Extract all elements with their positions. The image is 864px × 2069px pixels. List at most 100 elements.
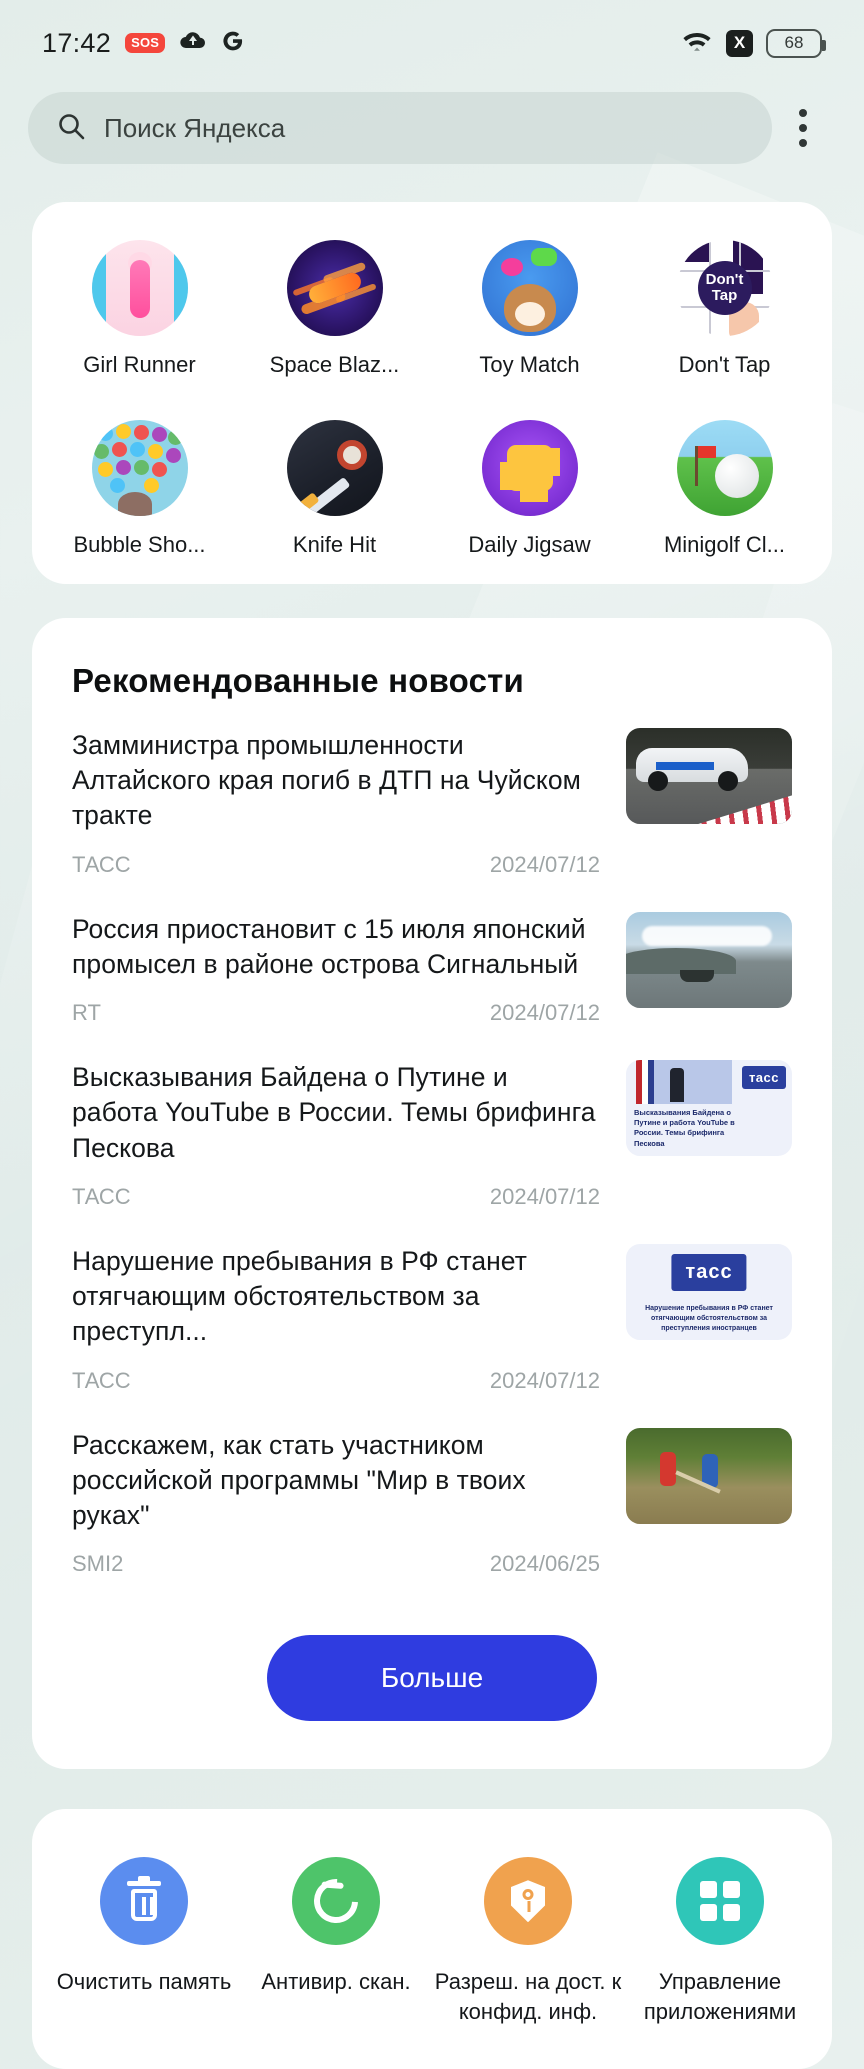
news-thumbnail <box>626 728 792 824</box>
space-blaze-icon <box>286 240 383 336</box>
bubble-shooter-icon <box>91 420 188 516</box>
news-list-item[interactable]: Нарушение пребывания в РФ станет отягчаю… <box>32 1243 832 1394</box>
news-meta: SMI2 2024/06/25 <box>72 1551 600 1577</box>
battery-indicator: 68 <box>766 28 826 58</box>
news-source: ТАСС <box>72 1183 131 1209</box>
thumbnail-caption: Высказывания Байдена о Путине и работа Y… <box>634 1108 735 1148</box>
game-tile-knife-hit[interactable]: Knife Hit <box>237 420 432 558</box>
news-thumbnail <box>626 911 792 1008</box>
google-icon <box>221 29 245 58</box>
news-headline: Россия приостановит с 15 июля японский п… <box>72 913 586 979</box>
tools-grid: Очистить память Антивир. скан. Разреш. н… <box>48 1857 816 2026</box>
news-text: Замминистра промышленности Алтайского кр… <box>72 728 600 878</box>
tool-label: Антивир. скан. <box>261 1969 411 1995</box>
news-thumbnail <box>626 1427 792 1524</box>
tool-app-management[interactable]: Управление приложениями <box>624 1857 816 2026</box>
news-source: ТАСС <box>72 1367 131 1393</box>
shield-key-icon <box>484 1857 572 1946</box>
tool-clear-memory[interactable]: Очистить память <box>48 1857 240 2026</box>
more-button-wrap: Больше <box>32 1611 832 1769</box>
news-date: 2024/07/12 <box>489 1367 600 1393</box>
daily-jigsaw-icon <box>481 420 578 516</box>
news-meta: RT 2024/07/12 <box>72 1000 600 1026</box>
news-date: 2024/06/25 <box>489 1551 600 1577</box>
news-list-item[interactable]: Россия приостановит с 15 июля японский п… <box>32 911 832 1026</box>
search-input[interactable]: Поиск Яндекса <box>28 92 772 164</box>
news-source: SMI2 <box>72 1551 124 1577</box>
tass-logo: тасс <box>671 1253 747 1291</box>
game-tile-girl-runner[interactable]: Girl Runner <box>42 240 237 378</box>
news-text: Расскажем, как стать участником российск… <box>72 1428 600 1578</box>
battery-level: 68 <box>784 33 804 52</box>
search-icon <box>56 111 86 146</box>
news-list-item[interactable]: Замминистра промышленности Алтайского кр… <box>32 728 832 878</box>
game-label: Knife Hit <box>292 532 377 557</box>
game-tile-minigolf-club[interactable]: Minigolf Cl... <box>627 420 822 558</box>
game-label: Toy Match <box>479 352 580 377</box>
status-time: 17:42 <box>42 27 112 58</box>
news-date: 2024/07/12 <box>489 851 600 877</box>
news-headline: Нарушение пребывания в РФ станет отягчаю… <box>72 1245 527 1347</box>
news-card: Рекомендованные новости Замминистра пром… <box>32 618 832 1770</box>
trash-icon <box>100 1857 188 1946</box>
app-grid-icon <box>676 1857 764 1946</box>
news-meta: ТАСС 2024/07/12 <box>72 1184 600 1210</box>
tools-card: Очистить память Антивир. скан. Разреш. н… <box>32 1809 832 2069</box>
news-thumbnail: тасс Нарушение пребывания в РФ станет от… <box>626 1243 792 1340</box>
game-tile-space-blaze[interactable]: Space Blaz... <box>237 240 432 378</box>
news-headline: Расскажем, как стать участником российск… <box>72 1429 526 1531</box>
dont-tap-badge-line1: Don't <box>705 271 744 289</box>
game-label: Bubble Sho... <box>73 532 206 557</box>
news-source: RT <box>72 1000 101 1026</box>
news-section-title: Рекомендованные новости <box>72 662 524 699</box>
game-label: Daily Jigsaw <box>468 532 591 557</box>
more-button[interactable]: Больше <box>267 1635 597 1722</box>
game-label: Don't Tap <box>678 352 771 377</box>
news-text: Высказывания Байдена о Путине и работа Y… <box>72 1060 600 1210</box>
games-grid-row-2: Bubble Sho... Knife Hit Daily Jigsaw Min… <box>42 420 822 558</box>
search-placeholder: Поиск Яндекса <box>104 112 286 143</box>
dont-tap-icon: Don't Tap <box>676 240 773 336</box>
minigolf-club-icon <box>676 420 773 516</box>
game-tile-bubble-shooter[interactable]: Bubble Sho... <box>42 420 237 558</box>
status-bar: 17:42 SOS X 68 <box>0 0 864 86</box>
tool-antivirus-scan[interactable]: Антивир. скан. <box>240 1857 432 2026</box>
game-tile-toy-match[interactable]: Toy Match <box>432 240 627 378</box>
game-tile-daily-jigsaw[interactable]: Daily Jigsaw <box>432 420 627 558</box>
games-card: Girl Runner Space Blaz... Toy Match Don'… <box>32 202 832 584</box>
tass-logo: тасс <box>741 1066 786 1090</box>
game-tile-dont-tap[interactable]: Don't Tap Don't Tap <box>627 240 822 378</box>
game-label: Girl Runner <box>83 352 196 377</box>
games-grid-row-1: Girl Runner Space Blaz... Toy Match Don'… <box>42 240 822 378</box>
news-source: ТАСС <box>72 851 131 877</box>
news-thumbnail: тасс Высказывания Байдена о Путине и раб… <box>626 1060 792 1157</box>
thumbnail-caption: Нарушение пребывания в РФ станет отягчаю… <box>645 1305 773 1333</box>
news-list: Замминистра промышленности Алтайского кр… <box>32 728 832 1577</box>
x-status-icon: X <box>726 29 753 57</box>
news-meta: ТАСС 2024/07/12 <box>72 1368 600 1394</box>
news-list-item[interactable]: Высказывания Байдена о Путине и работа Y… <box>32 1060 832 1210</box>
game-label: Space Blaz... <box>269 352 400 377</box>
status-bar-left: 17:42 SOS <box>42 28 245 59</box>
news-text: Нарушение пребывания в РФ станет отягчаю… <box>72 1244 600 1394</box>
cloud-icon <box>179 30 207 57</box>
toy-match-icon <box>481 240 578 336</box>
girl-runner-icon <box>91 240 188 336</box>
news-meta: ТАСС 2024/07/12 <box>72 852 600 878</box>
game-label: Minigolf Cl... <box>663 532 786 557</box>
tool-privacy-permissions[interactable]: Разреш. на дост. к конфид. инф. <box>432 1857 624 2026</box>
news-date: 2024/07/12 <box>489 1000 600 1026</box>
news-date: 2024/07/12 <box>489 1183 600 1209</box>
news-text: Россия приостановит с 15 июля японский п… <box>72 912 600 1026</box>
tool-label: Управление приложениями <box>643 1969 797 2024</box>
dont-tap-badge-line2: Tap <box>711 287 738 304</box>
dont-tap-badge: Don't Tap <box>697 261 752 315</box>
kebab-menu-icon[interactable] <box>772 109 834 147</box>
tool-label: Разреш. на дост. к конфид. инф. <box>434 1969 622 2024</box>
tool-label: Очистить память <box>56 1969 232 1995</box>
news-list-item[interactable]: Расскажем, как стать участником российск… <box>32 1427 832 1578</box>
sos-icon: SOS <box>125 33 166 53</box>
news-headline: Замминистра промышленности Алтайского кр… <box>72 730 581 831</box>
wifi-icon <box>681 28 713 58</box>
search-row: Поиск Яндекса <box>0 92 864 164</box>
